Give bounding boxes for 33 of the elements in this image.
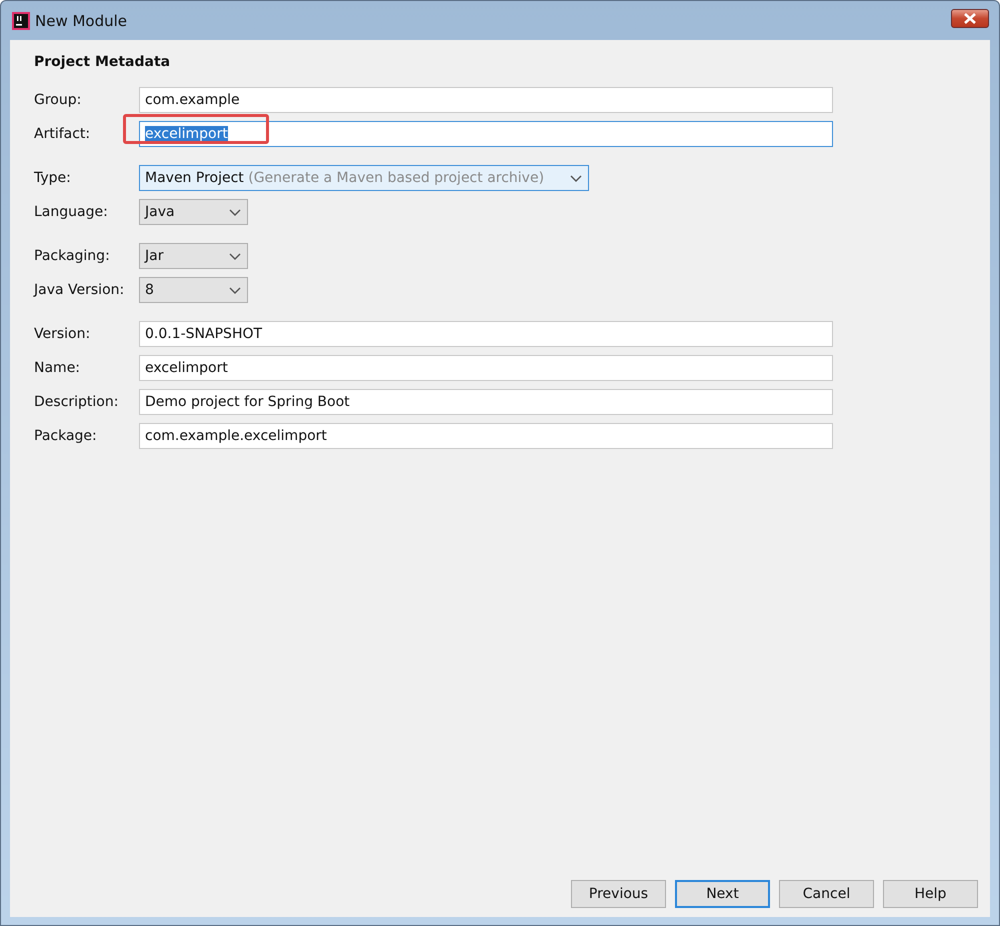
input-field[interactable]: com.example.excelimport [139,423,833,449]
field-label: Group: [34,92,82,108]
input-field[interactable]: Demo project for Spring Boot [139,389,833,415]
field-label: Type: [34,170,72,186]
section-title: Project Metadata [34,54,172,72]
dropdown[interactable]: Maven Project (Generate a Maven based project archive) [139,165,589,191]
field-label: Package: [34,428,98,444]
window-title: New Module [35,12,128,30]
dropdown[interactable]: 8 [139,277,248,303]
field-label: Artifact: [34,126,92,142]
input-field[interactable]: excelimport [139,121,833,147]
dropdown[interactable]: Java [139,199,248,225]
field-label: Version: [34,326,92,342]
dialog-button[interactable]: Previous [571,880,666,908]
dropdown[interactable]: Jar [139,243,248,269]
dialog-button[interactable]: Next [675,880,770,908]
field-label: Language: [34,204,109,220]
chevron-down-icon [229,252,241,260]
close-button[interactable] [951,9,989,28]
field-label: Name: [34,360,82,376]
input-field[interactable]: com.example [139,87,833,113]
field-label: Description: [34,394,120,410]
dialog-button[interactable]: Cancel [779,880,874,908]
app-icon [12,12,30,30]
dialog-button[interactable]: Help [883,880,978,908]
field-label: Packaging: [34,248,111,264]
chevron-down-icon [229,286,241,294]
close-icon [964,13,976,24]
input-field[interactable]: excelimport [139,355,833,381]
chevron-down-icon [229,208,241,216]
input-field[interactable]: 0.0.1-SNAPSHOT [139,321,833,347]
chevron-down-icon [570,174,582,182]
field-label: Java Version: [34,282,126,298]
